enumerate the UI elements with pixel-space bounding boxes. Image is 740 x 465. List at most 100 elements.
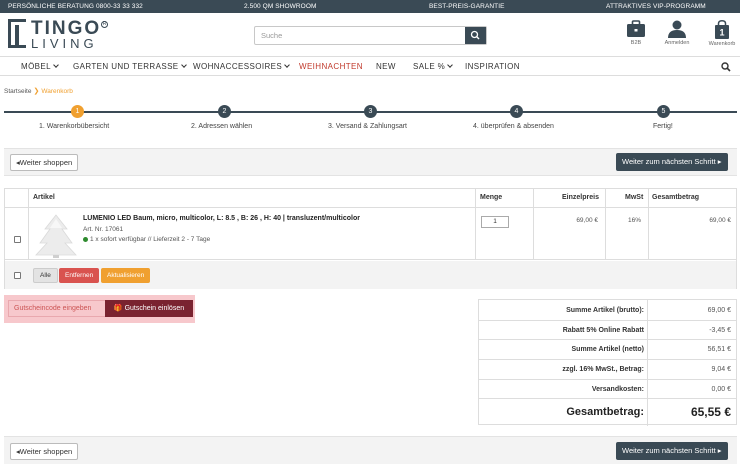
nav-item-garten[interactable]: GARTEN UND TERRASSE xyxy=(73,62,187,71)
summary-label: Rabatt 5% Online Rabatt xyxy=(562,327,644,334)
chevron-down-icon xyxy=(53,62,59,68)
site-header: TINGO LIVING R B2B Anmelden 1 xyxy=(0,13,740,56)
redeem-voucher-button[interactable]: 🎁 Gutschein einlösen xyxy=(105,300,193,317)
cart-table-header: Artikel Menge Einzelpreis MwSt Gesamtbet… xyxy=(5,189,736,208)
select-all-button[interactable]: Alle xyxy=(33,268,58,283)
top-action-bar: ◂Weiter shoppen Weiter zum nächsten Schr… xyxy=(4,148,737,176)
logo-text-living: LIVING xyxy=(31,36,98,51)
shopping-bag-icon: 1 xyxy=(715,20,729,39)
summary-label: zzgl. 16% MwSt., Betrag: xyxy=(562,366,644,373)
quantity-input[interactable]: 1 xyxy=(481,216,509,228)
summary-row-net: Summe Artikel (netto) 56,51 € xyxy=(479,340,736,360)
summary-label: Summe Artikel (netto) xyxy=(571,346,644,353)
nav-label-moebel: MÖBEL xyxy=(21,62,52,71)
next-step-button[interactable]: Weiter zum nächsten Schritt ▸ xyxy=(616,153,728,171)
login-link[interactable]: Anmelden xyxy=(659,20,695,52)
select-all-checkbox[interactable] xyxy=(14,272,21,279)
step-2-label: 2. Adressen wählen xyxy=(191,123,253,130)
best-price-text: BEST-PREIS-GARANTIE xyxy=(429,3,505,10)
nav-label-wohnaccessoires: WOHNACCESSOIRES xyxy=(193,62,283,71)
update-button[interactable]: Aktualisieren xyxy=(101,268,151,283)
continue-shopping-button-bottom[interactable]: ◂Weiter shoppen xyxy=(10,443,79,460)
step-4-marker: 4 xyxy=(510,105,523,118)
search-input[interactable] xyxy=(255,27,466,44)
product-title[interactable]: LUMENIO LED Baum, micro, multicolor, L: … xyxy=(83,215,360,222)
header-article: Artikel xyxy=(33,194,55,201)
nav-item-wohnaccessoires[interactable]: WOHNACCESSOIRES xyxy=(193,62,290,71)
nav-item-weihnachten[interactable]: WEIHNACHTEN xyxy=(299,62,363,71)
nav-item-new[interactable]: NEW xyxy=(376,62,396,71)
chevron-down-icon xyxy=(180,62,187,68)
voucher-code-input[interactable]: Gutscheincode eingeben xyxy=(8,300,108,317)
remove-button[interactable]: Entfernen xyxy=(59,268,100,283)
main-navigation: MÖBEL GARTEN UND TERRASSE WOHNACCESSOIRE… xyxy=(0,56,740,76)
showroom-text: 2.500 QM SHOWROOM xyxy=(244,3,317,10)
breadcrumb-home[interactable]: Startseite xyxy=(4,88,31,95)
summary-row-gross: Summe Artikel (brutto): 69,00 € xyxy=(479,300,736,321)
header-total: Gesamtbetrag xyxy=(652,194,700,201)
header-vat: MwSt xyxy=(625,194,644,201)
b2b-link[interactable]: B2B xyxy=(618,20,654,52)
availability-text: 1 x sofort verfügbar // Lieferzeit 2 - 7… xyxy=(90,236,211,243)
summary-value: -3,45 € xyxy=(709,327,731,334)
cart-link[interactable]: 1 Warenkorb xyxy=(704,20,740,52)
step-5-marker: 5 xyxy=(657,105,670,118)
item-select-checkbox[interactable] xyxy=(14,236,21,243)
item-unit-price: 69,00 € xyxy=(576,217,598,224)
chevron-down-icon xyxy=(447,62,454,68)
chevron-right-icon: ❯ xyxy=(33,88,40,95)
next-step-label: Weiter zum nächsten Schritt xyxy=(622,157,716,166)
product-image[interactable] xyxy=(32,213,80,259)
continue-shopping-label: Weiter shoppen xyxy=(19,447,73,456)
logo-mark-icon xyxy=(8,19,26,48)
header-qty: Menge xyxy=(480,194,503,201)
header-unit-price: Einzelpreis xyxy=(562,194,599,201)
step-1-marker: 1 xyxy=(71,105,84,118)
product-availability: 1 x sofort verfügbar // Lieferzeit 2 - 7… xyxy=(83,236,210,243)
gift-icon: 🎁 xyxy=(113,305,123,312)
step-2-marker: 2 xyxy=(218,105,231,118)
voucher-section: Gutscheincode eingeben 🎁 Gutschein einlö… xyxy=(4,295,195,323)
user-icon xyxy=(668,20,686,38)
step-3-marker: 3 xyxy=(364,105,377,118)
product-article-number: Art. Nr. 17061 xyxy=(83,226,124,233)
nav-item-sale[interactable]: SALE % xyxy=(413,62,454,71)
nav-label-garten: GARTEN UND TERRASSE xyxy=(73,62,179,71)
nav-label-sale: SALE % xyxy=(413,62,446,71)
search-button[interactable] xyxy=(465,27,486,44)
order-summary: Summe Artikel (brutto): 69,00 € Rabatt 5… xyxy=(478,299,737,426)
item-vat: 16% xyxy=(627,217,641,224)
nav-label-new: NEW xyxy=(376,62,396,71)
cart-count: 1 xyxy=(719,28,724,38)
summary-row-vat: zzgl. 16% MwSt., Betrag: 9,04 € xyxy=(479,360,736,380)
tingo-living-logo[interactable]: TINGO LIVING R xyxy=(8,18,108,51)
summary-value: 69,00 € xyxy=(707,307,731,314)
search-bar xyxy=(254,26,487,45)
nav-item-inspiration[interactable]: INSPIRATION xyxy=(465,62,520,71)
summary-label: Summe Artikel (brutto): xyxy=(566,307,644,314)
continue-shopping-label: Weiter shoppen xyxy=(19,158,73,167)
continue-shopping-button[interactable]: ◂Weiter shoppen xyxy=(10,154,79,171)
chevron-right-icon: ▸ xyxy=(717,157,722,166)
redeem-voucher-label: Gutschein einlösen xyxy=(124,305,185,312)
breadcrumb-current[interactable]: Warenkorb xyxy=(41,88,73,95)
summary-row-discount: Rabatt 5% Online Rabatt -3,45 € xyxy=(479,321,736,340)
registered-mark: R xyxy=(101,21,108,28)
bottom-action-bar: ◂Weiter shoppen Weiter zum nächsten Schr… xyxy=(4,436,737,464)
summary-row-shipping: Versandkosten: 0,00 € xyxy=(479,380,736,399)
briefcase-icon xyxy=(627,20,645,37)
grand-total-value: 65,55 € xyxy=(690,405,731,419)
step-1-label: 1. Warenkorbübersicht xyxy=(39,123,110,130)
next-step-button-bottom[interactable]: Weiter zum nächsten Schritt ▸ xyxy=(616,442,728,460)
top-info-bar: PERSÖNLICHE BERATUNG 0800-33 33 332 2.50… xyxy=(0,0,740,13)
step-4-label: 4. überprüfen & absenden xyxy=(473,123,554,130)
nav-label-weihnachten: WEIHNACHTEN xyxy=(299,62,363,71)
summary-value: 9,04 € xyxy=(711,366,731,373)
summary-value: 56,51 € xyxy=(707,346,731,353)
step-5-label: Fertig! xyxy=(653,123,673,130)
cart-label: Warenkorb xyxy=(708,41,736,47)
nav-search-icon[interactable] xyxy=(721,62,731,72)
nav-item-moebel[interactable]: MÖBEL xyxy=(21,62,59,71)
availability-dot-icon xyxy=(83,236,88,242)
step-3-label: 3. Versand & Zahlungsart xyxy=(328,123,407,130)
